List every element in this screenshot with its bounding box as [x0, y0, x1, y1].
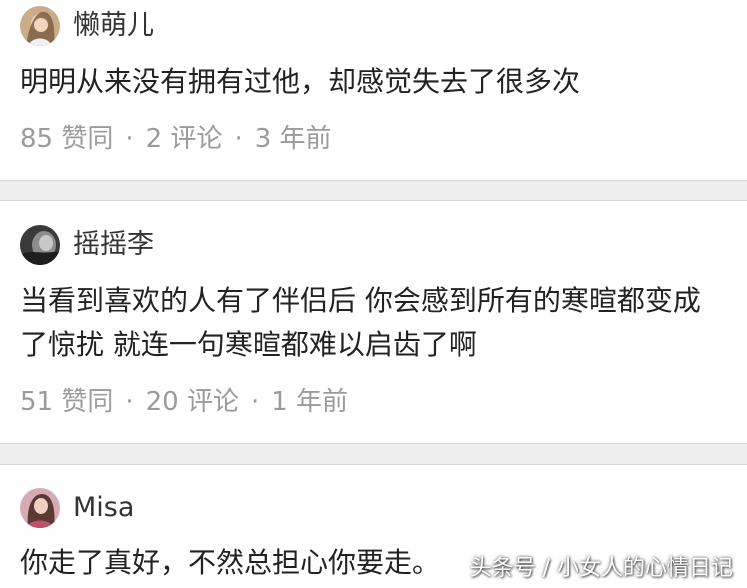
comment-text: 明明从来没有拥有过他，却感觉失去了很多次	[20, 65, 581, 98]
section-divider	[0, 180, 747, 201]
separator-dot: ·	[250, 387, 260, 417]
comment-card-2: 摇摇李 当看到喜欢的人有了伴侣后 你会感到所有的寒暄都变成了惊扰 就连一句寒暄都…	[0, 201, 747, 443]
reply-count[interactable]: 2 评论	[146, 124, 223, 154]
watermark: 头条号 / 小女人的心情日记	[469, 556, 733, 581]
comment-meta: 85 赞同 · 2 评论 · 3 年前	[20, 118, 332, 155]
username[interactable]: 摇摇李	[73, 225, 154, 265]
timestamp: 1 年前	[271, 387, 349, 417]
avatar[interactable]	[20, 225, 60, 265]
like-count[interactable]: 51 赞同	[20, 387, 113, 417]
comment-meta: 51 赞同 · 20 评论 · 1 年前	[20, 381, 348, 418]
reply-count[interactable]: 20 评论	[146, 387, 239, 417]
section-divider	[0, 443, 747, 465]
timestamp: 3 年前	[254, 124, 332, 154]
separator-dot: ·	[234, 124, 243, 154]
avatar[interactable]	[20, 6, 60, 46]
separator-dot: ·	[125, 124, 134, 154]
comment-text: 当看到喜欢的人有了伴侣后 你会感到所有的寒暄都变成了惊扰 就连一句寒暄都难以启齿…	[20, 284, 701, 361]
comment-card-1: 懒萌儿 明明从来没有拥有过他，却感觉失去了很多次 85 赞同 · 2 评论 · 3 年前	[0, 0, 747, 180]
comment-header: Misa	[20, 488, 134, 528]
comment-header: 摇摇李	[20, 225, 154, 265]
like-count[interactable]: 85 赞同	[20, 124, 113, 154]
comment-header: 懒萌儿	[20, 6, 154, 46]
username[interactable]: 懒萌儿	[73, 6, 154, 46]
separator-dot: ·	[125, 387, 134, 417]
username[interactable]: Misa	[73, 488, 134, 528]
avatar[interactable]	[20, 488, 60, 528]
